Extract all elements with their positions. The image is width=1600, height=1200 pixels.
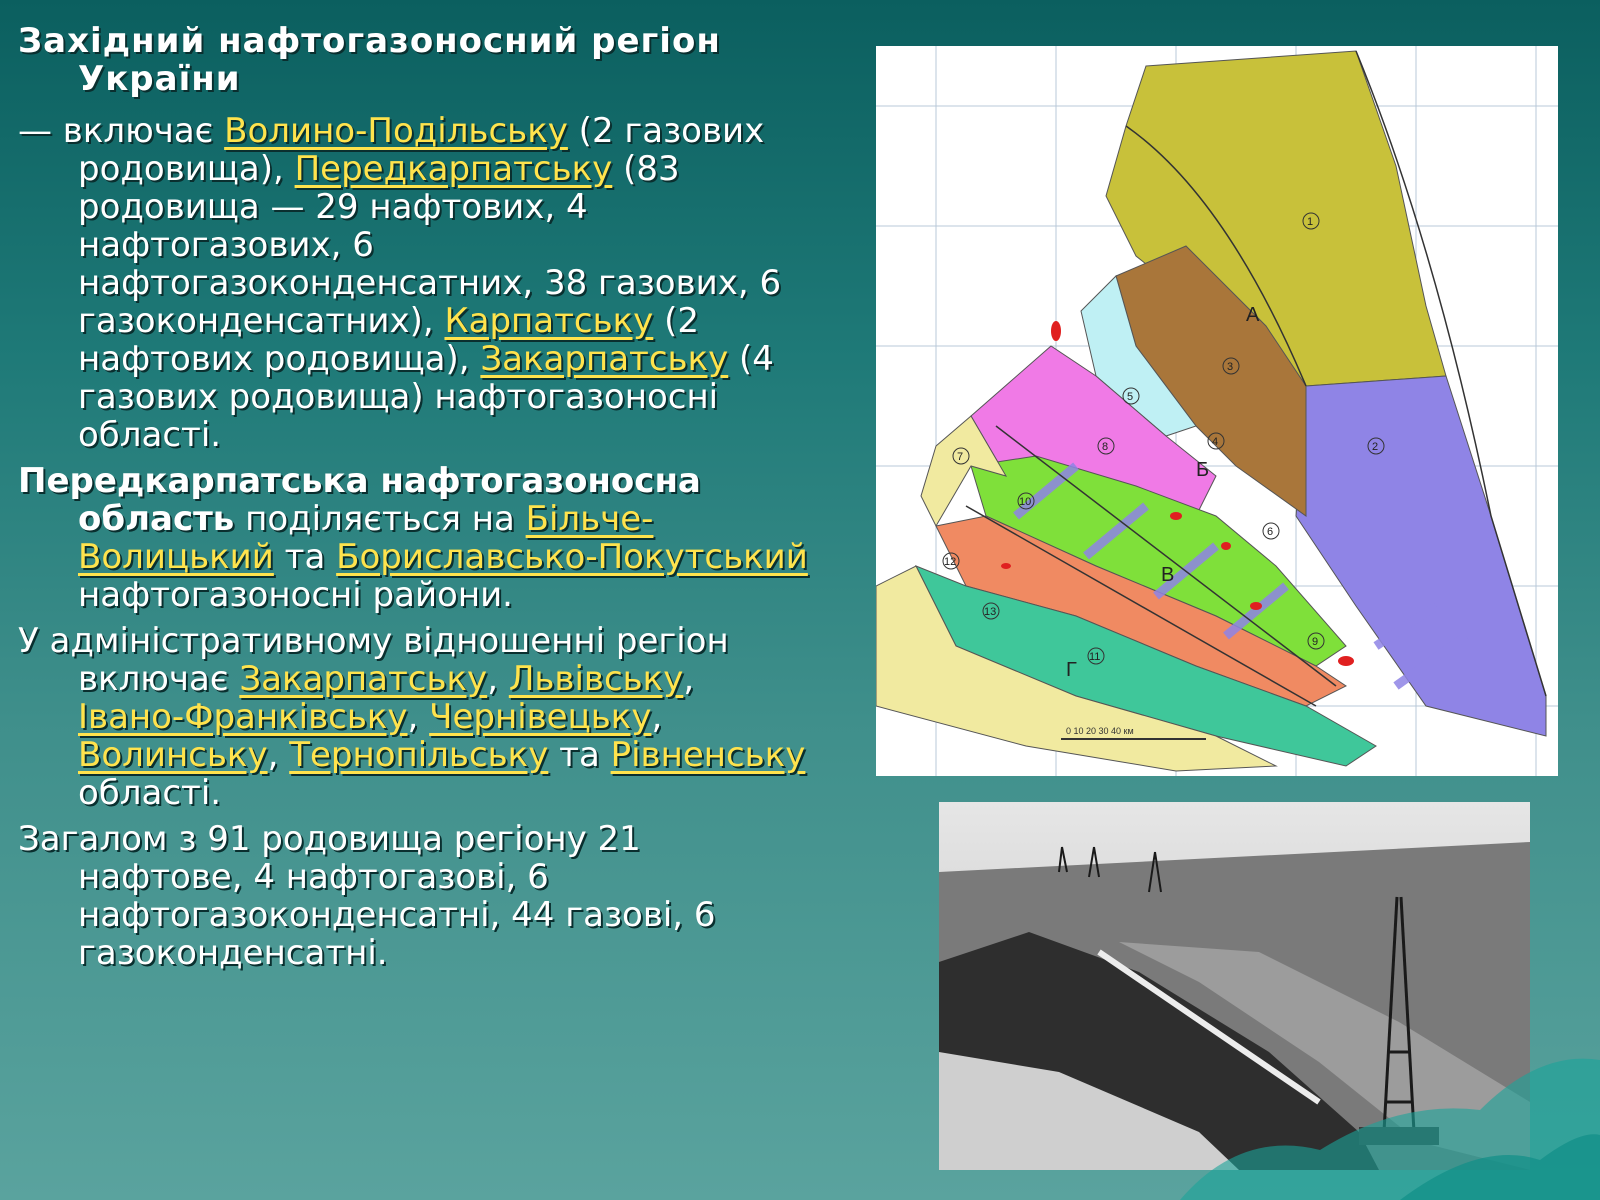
- map-num-1: 1: [1307, 216, 1313, 228]
- link-lvivska[interactable]: Львівську: [509, 659, 684, 699]
- link-karpatska[interactable]: Карпатську: [444, 301, 653, 341]
- link-rivnenska[interactable]: Рівненську: [611, 735, 806, 775]
- link-zakarpatska-oblast[interactable]: Закарпатську: [239, 659, 487, 699]
- map-num-4: 4: [1212, 436, 1218, 448]
- separator: ,: [267, 735, 290, 775]
- separator: ,: [683, 659, 695, 699]
- slide-title: Західний нафтогазоносний регіон України: [18, 21, 721, 99]
- link-ivano-frankivska[interactable]: Івано-Франківську: [78, 697, 408, 737]
- corner-wave-decoration: [1180, 1058, 1600, 1200]
- text-fragment: — включає: [18, 111, 225, 151]
- map-num-7: 7: [957, 451, 963, 463]
- map-num-11: 11: [1089, 651, 1100, 663]
- link-zakarpatska[interactable]: Закарпатську: [480, 339, 728, 379]
- link-volynska[interactable]: Волинську: [78, 735, 268, 775]
- map-svg: А Б В Г 1 2 3 4 5 6 7 8 9 10 11 12 13 0 …: [876, 46, 1558, 776]
- link-chernivetska[interactable]: Чернівецьку: [429, 697, 651, 737]
- map-num-8: 8: [1102, 441, 1108, 453]
- map-num-3: 3: [1227, 361, 1233, 373]
- map-num-12: 12: [944, 556, 956, 568]
- map-num-6: 6: [1267, 526, 1273, 538]
- link-peredkarpatska[interactable]: Передкарпатську: [295, 149, 613, 189]
- slide-text: Західний нафтогазоносний регіон України …: [18, 22, 808, 980]
- separator: ,: [487, 659, 509, 699]
- text-fragment: та: [273, 537, 337, 577]
- text-fragment: поділяється на: [234, 499, 526, 539]
- link-boryslavsko-pokutskyi[interactable]: Бориславсько-Покутський: [336, 537, 808, 577]
- scale-label: 0 10 20 30 40 км: [1066, 726, 1134, 736]
- zone-label-v: В: [1161, 564, 1174, 586]
- zone-label-a: А: [1246, 304, 1260, 326]
- paragraph-summary: Загалом з 91 родовища регіону 21 нафтове…: [18, 819, 716, 973]
- map-num-2: 2: [1372, 441, 1378, 453]
- paragraph-administrative: У адміністративному відношенні регіон вк…: [18, 622, 808, 812]
- zone-label-h: Г: [1066, 659, 1077, 681]
- separator: ,: [651, 697, 663, 737]
- text-fragment: області.: [78, 773, 222, 813]
- separator: ,: [407, 697, 430, 737]
- paragraph-regions: — включає Волино-Подільську (2 газових р…: [18, 112, 808, 454]
- link-ternopilska[interactable]: Тернопільську: [289, 735, 548, 775]
- geological-map: А Б В Г 1 2 3 4 5 6 7 8 9 10 11 12 13 0 …: [876, 46, 1558, 776]
- map-num-10: 10: [1019, 496, 1031, 508]
- text-fragment: та: [548, 735, 611, 775]
- map-num-13: 13: [984, 606, 996, 618]
- map-num-5: 5: [1127, 391, 1133, 403]
- zone-label-b: Б: [1196, 459, 1209, 481]
- text-fragment: нафтогазоносні райони.: [78, 575, 513, 615]
- link-volyno-podilska[interactable]: Волино-Подільську: [224, 111, 568, 151]
- map-num-9: 9: [1312, 636, 1318, 648]
- paragraph-peredkarpatska: Передкарпатська нафтогазоносна область п…: [18, 462, 808, 614]
